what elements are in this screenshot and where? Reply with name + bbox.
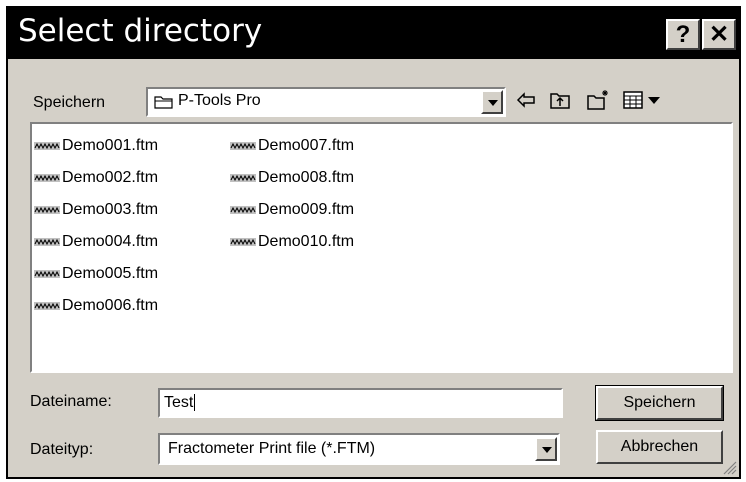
file-item[interactable]: Demo003.ftm bbox=[34, 200, 158, 220]
file-list[interactable]: Demo001.ftm Demo002.ftm Demo003.ftm Demo… bbox=[30, 122, 733, 373]
view-menu-icon[interactable] bbox=[622, 88, 666, 112]
file-name: Demo001.ftm bbox=[62, 137, 159, 154]
ftm-file-icon bbox=[34, 174, 60, 182]
file-item[interactable]: Demo008.ftm bbox=[230, 168, 354, 188]
filetype-label: Dateityp: bbox=[30, 441, 94, 458]
folder-icon bbox=[154, 96, 173, 109]
file-item[interactable]: Demo010.ftm bbox=[230, 232, 354, 252]
ftm-file-icon bbox=[34, 238, 60, 246]
save-in-label: Speichern bbox=[33, 94, 106, 111]
file-name: Demo005.ftm bbox=[62, 265, 159, 282]
help-button[interactable]: ? bbox=[666, 19, 700, 50]
file-name: Demo010.ftm bbox=[258, 233, 355, 250]
ftm-file-icon bbox=[230, 174, 256, 182]
ftm-file-icon bbox=[34, 142, 60, 150]
ftm-file-icon bbox=[34, 270, 60, 278]
ftm-file-icon bbox=[34, 206, 60, 214]
title-bar[interactable]: Select directory ? ✕ bbox=[8, 8, 739, 59]
new-folder-icon[interactable] bbox=[586, 88, 610, 112]
file-item[interactable]: Demo007.ftm bbox=[230, 136, 354, 156]
file-item[interactable]: Demo006.ftm bbox=[34, 296, 158, 316]
save-in-value: P-Tools Pro bbox=[178, 92, 261, 109]
file-item[interactable]: Demo005.ftm bbox=[34, 264, 158, 284]
ftm-file-icon bbox=[230, 206, 256, 214]
file-item[interactable]: Demo002.ftm bbox=[34, 168, 158, 188]
ftm-file-icon bbox=[34, 302, 60, 310]
filetype-combobox[interactable]: Fractometer Print file (*.FTM) bbox=[158, 433, 560, 465]
save-button[interactable]: Speichern bbox=[595, 385, 724, 421]
file-name: Demo003.ftm bbox=[62, 201, 159, 218]
close-button[interactable]: ✕ bbox=[702, 19, 736, 50]
save-in-combobox[interactable]: P-Tools Pro bbox=[146, 87, 506, 117]
ftm-file-icon bbox=[230, 238, 256, 246]
back-icon[interactable] bbox=[514, 88, 538, 112]
cancel-button[interactable]: Abbrechen bbox=[596, 430, 723, 464]
filename-value: Test bbox=[164, 394, 196, 412]
file-item[interactable]: Demo004.ftm bbox=[34, 232, 158, 252]
resize-grip-icon[interactable] bbox=[723, 461, 737, 475]
up-folder-icon[interactable] bbox=[548, 88, 572, 112]
filetype-dropdown-button[interactable] bbox=[535, 437, 557, 461]
file-name: Demo009.ftm bbox=[258, 201, 355, 218]
text-caret bbox=[194, 394, 196, 412]
window-title: Select directory bbox=[18, 13, 263, 49]
file-name: Demo008.ftm bbox=[258, 169, 355, 186]
filetype-value: Fractometer Print file (*.FTM) bbox=[168, 440, 376, 457]
file-name: Demo002.ftm bbox=[62, 169, 159, 186]
save-in-dropdown-button[interactable] bbox=[481, 90, 503, 114]
file-item[interactable]: Demo001.ftm bbox=[34, 136, 158, 156]
filename-input[interactable]: Test bbox=[158, 388, 563, 418]
filename-label: Dateiname: bbox=[30, 393, 112, 410]
file-name: Demo007.ftm bbox=[258, 137, 355, 154]
save-dialog: Select directory ? ✕ Speichern P-Tools P… bbox=[6, 6, 741, 479]
file-item[interactable]: Demo009.ftm bbox=[230, 200, 354, 220]
file-name: Demo006.ftm bbox=[62, 297, 159, 314]
file-name: Demo004.ftm bbox=[62, 233, 159, 250]
ftm-file-icon bbox=[230, 142, 256, 150]
